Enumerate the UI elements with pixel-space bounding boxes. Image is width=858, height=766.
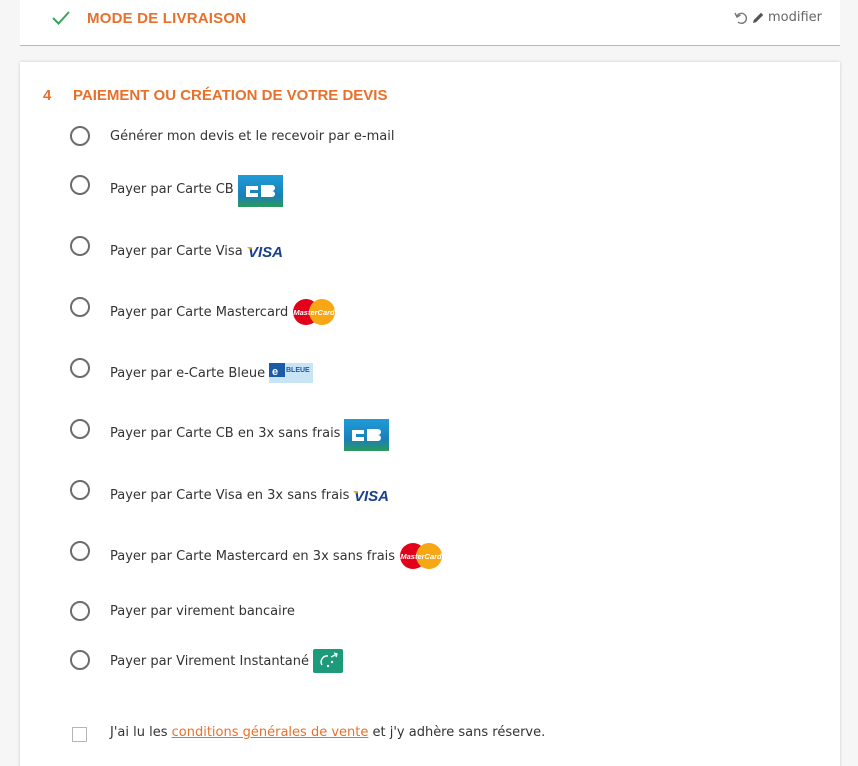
option-label: Payer par Carte Mastercard en 3x sans fr… [110, 548, 396, 564]
radio-button[interactable] [70, 358, 90, 378]
undo-icon [734, 12, 748, 24]
radio-button[interactable] [70, 541, 90, 561]
payment-option-quote-email[interactable]: Générer mon devis et le recevoir par e-m… [70, 125, 790, 165]
svg-text:MasterCard: MasterCard [294, 308, 336, 317]
svg-text:MasterCard: MasterCard [400, 552, 442, 561]
pencil-icon [752, 12, 764, 23]
check-icon [52, 11, 70, 25]
option-label: Payer par virement bancaire [110, 603, 295, 619]
radio-button[interactable] [70, 126, 90, 146]
payment-option-cb[interactable]: Payer par Carte CB [70, 174, 790, 215]
payment-option-mastercard-3x[interactable]: Payer par Carte Mastercard en 3x sans fr… [70, 541, 790, 581]
svg-text:BLEUE: BLEUE [286, 367, 310, 374]
option-label: Payer par e-Carte Bleue [110, 365, 266, 381]
cb-logo-icon [237, 174, 283, 207]
payment-option-mastercard[interactable]: Payer par Carte Mastercard MasterCard [70, 297, 790, 337]
radio-button[interactable] [70, 419, 90, 439]
mastercard-logo-icon: MasterCard [400, 543, 442, 569]
terms-text: J'ai lu les conditions générales de vent… [110, 725, 546, 740]
option-label: Payer par Carte CB en 3x sans frais [110, 425, 341, 441]
payment-option-instant-transfer[interactable]: Payer par Virement Instantané [70, 649, 790, 690]
svg-text:VISA: VISA [354, 488, 389, 503]
radio-button[interactable] [70, 601, 90, 621]
radio-button[interactable] [70, 480, 90, 500]
payment-option-visa[interactable]: Payer par Carte Visa VISA [70, 236, 790, 276]
step-number: 4 [43, 87, 52, 104]
option-label: Payer par Virement Instantané [110, 653, 309, 669]
radio-button[interactable] [70, 297, 90, 317]
payment-panel: 4 PAIEMENT OU CRÉATION DE VOTRE DEVIS Gé… [20, 62, 840, 766]
modify-button[interactable]: modifier [734, 10, 822, 25]
visa-logo-icon: VISA [353, 488, 389, 503]
cb-logo-icon [344, 418, 390, 451]
delivery-step-title: MODE DE LIVRAISON [87, 10, 247, 27]
option-label: Payer par Carte CB [110, 181, 234, 197]
mastercard-logo-icon: MasterCard [293, 299, 336, 325]
delivery-step: MODE DE LIVRAISON modifier [20, 0, 840, 46]
radio-button[interactable] [70, 650, 90, 670]
terms-row: J'ai lu les conditions générales de vent… [70, 724, 790, 744]
option-label: Payer par Carte Mastercard [110, 304, 289, 320]
option-label: Payer par Carte Visa en 3x sans frais [110, 487, 350, 503]
terms-link[interactable]: conditions générales de vente [172, 725, 369, 740]
radio-button[interactable] [70, 236, 90, 256]
radio-button[interactable] [70, 175, 90, 195]
option-label: Générer mon devis et le recevoir par e-m… [110, 128, 395, 144]
modify-label: modifier [767, 10, 822, 25]
payment-option-cb-3x[interactable]: Payer par Carte CB en 3x sans frais [70, 418, 790, 459]
payment-option-visa-3x[interactable]: Payer par Carte Visa en 3x sans frais VI… [70, 480, 790, 520]
option-label: Payer par Carte Visa [110, 243, 243, 259]
payment-option-e-carte-bleue[interactable]: Payer par e-Carte Bleue e BLEUE [70, 358, 790, 398]
instant-transfer-logo-icon [312, 649, 343, 673]
e-carte-bleue-logo-icon: e BLEUE [269, 363, 314, 383]
svg-text:e: e [272, 366, 278, 378]
terms-checkbox[interactable] [72, 727, 87, 742]
payment-option-bank-transfer[interactable]: Payer par virement bancaire [70, 601, 790, 641]
svg-text:VISA: VISA [248, 244, 283, 259]
payment-step-title: PAIEMENT OU CRÉATION DE VOTRE DEVIS [73, 87, 388, 104]
visa-logo-icon: VISA [246, 244, 283, 259]
